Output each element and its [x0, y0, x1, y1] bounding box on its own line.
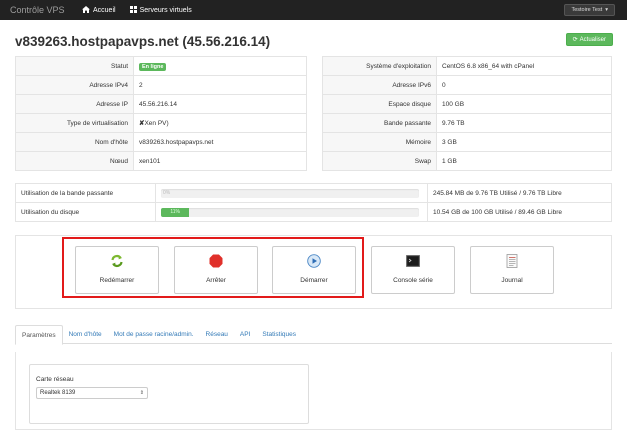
journal-icon — [505, 254, 519, 270]
info-value: 9.76 TB — [436, 113, 612, 133]
disk-progress-bar: 11% — [161, 207, 419, 217]
usage-bar-cell: 11% — [155, 202, 428, 222]
table-row: Adresse IPv6 0 — [322, 75, 612, 95]
info-key: Type de virtualisation — [15, 113, 134, 133]
usage-summary: 245.84 MB de 9.76 TB Utilisé / 9.76 TB L… — [427, 183, 612, 203]
info-value: 3 GB — [436, 132, 612, 152]
usage-label: Utilisation du disque — [15, 202, 156, 222]
home-icon — [82, 5, 90, 15]
console-icon — [406, 254, 420, 270]
table-row: Mémoire 3 GB — [322, 132, 612, 152]
server-info-table-left: Statut En ligne Adresse IPv4 2 Adresse I… — [15, 56, 307, 171]
top-navbar: Contrôle VPS Accueil Serveurs virtuels T… — [0, 0, 627, 20]
info-value: xen101 — [133, 151, 307, 171]
settings-tabs: Paramètres Nom d'hôte Mot de passe racin… — [15, 325, 612, 345]
journal-button[interactable]: Journal — [470, 246, 554, 294]
info-key: Bande passante — [322, 113, 437, 133]
info-key: Swap — [322, 151, 437, 171]
info-key: Adresse IPv6 — [322, 75, 437, 95]
tab-statistics[interactable]: Statistiques — [256, 325, 302, 344]
tab-root-password[interactable]: Mot de passe racine/admin. — [108, 325, 200, 344]
tab-hostname[interactable]: Nom d'hôte — [63, 325, 108, 344]
info-value: 100 GB — [436, 94, 612, 114]
nav-virtual-servers-label: Serveurs virtuels — [139, 6, 192, 14]
grid-icon — [129, 5, 137, 15]
network-card-select[interactable]: Realtek 8139 ⇕ — [36, 387, 148, 399]
disk-progress-fill: 11% — [161, 207, 190, 217]
info-key: Nom d'hôte — [15, 132, 134, 152]
info-value: CentOS 6.8 x86_64 with cPanel — [436, 56, 612, 76]
tab-parameters[interactable]: Paramètres — [15, 325, 63, 345]
info-key: Système d'exploitation — [322, 56, 437, 76]
table-row: Nœud xen101 — [15, 151, 307, 171]
bandwidth-progress-bar: 0% — [161, 188, 419, 198]
user-name: Testoire Test — [571, 7, 603, 13]
serial-console-label: Console série — [393, 277, 433, 284]
refresh-label: Actualiser — [579, 36, 606, 43]
table-row: Système d'exploitation CentOS 6.8 x86_64… — [322, 56, 612, 76]
status-badge: En ligne — [139, 62, 167, 71]
table-row: Adresse IPv4 2 — [15, 75, 307, 95]
usage-table: Utilisation de la bande passante 0% 245.… — [15, 183, 612, 222]
info-value: 0 — [436, 75, 612, 95]
user-menu-dropdown[interactable]: Testoire Test ▾ — [564, 4, 615, 16]
info-key: Adresse IPv4 — [15, 75, 134, 95]
table-row: Espace disque 100 GB — [322, 94, 612, 114]
network-card-label: Carte réseau — [36, 376, 74, 383]
tab-api[interactable]: API — [234, 325, 256, 344]
info-key: Statut — [15, 56, 134, 76]
usage-label: Utilisation de la bande passante — [15, 183, 156, 203]
info-value: 2 — [133, 75, 307, 95]
bandwidth-progress-fill: 0% — [163, 189, 171, 196]
page-title: v839263.hostpapavps.net (45.56.216.14) — [15, 34, 271, 49]
virtualization-type: Xen PV) — [144, 120, 169, 127]
nav-home-label: Accueil — [93, 6, 116, 14]
info-key: Adresse IP — [15, 94, 134, 114]
brand-logo[interactable]: Contrôle VPS — [10, 5, 82, 15]
usage-bar-cell: 0% — [155, 183, 428, 203]
table-row: Utilisation du disque 11% 10.54 GB de 10… — [15, 202, 612, 222]
table-row: Statut En ligne — [15, 56, 307, 76]
info-value: 45.56.216.14 — [133, 94, 307, 114]
serial-console-button[interactable]: Console série — [371, 246, 455, 294]
info-key: Mémoire — [322, 132, 437, 152]
info-value: ✘Xen PV) — [133, 113, 307, 133]
nav-virtual-servers[interactable]: Serveurs virtuels — [129, 5, 192, 15]
server-info-table-right: Système d'exploitation CentOS 6.8 x86_64… — [322, 56, 612, 171]
network-card-value: Realtek 8139 — [40, 390, 76, 396]
refresh-icon: ⟳ — [572, 37, 578, 43]
table-row: Swap 1 GB — [322, 151, 612, 171]
table-row: Type de virtualisation ✘Xen PV) — [15, 113, 307, 133]
table-row: Adresse IP 45.56.216.14 — [15, 94, 307, 114]
nav-home[interactable]: Accueil — [82, 5, 116, 15]
usage-summary: 10.54 GB de 100 GB Utilisé / 89.46 GB Li… — [427, 202, 612, 222]
info-value: v839263.hostpapavps.net — [133, 132, 307, 152]
select-arrows-icon: ⇕ — [139, 390, 144, 396]
info-value: 1 GB — [436, 151, 612, 171]
info-key: Espace disque — [322, 94, 437, 114]
refresh-button[interactable]: ⟳ Actualiser — [565, 33, 613, 46]
info-key: Nœud — [15, 151, 134, 171]
tab-network[interactable]: Réseau — [200, 325, 234, 344]
table-row: Bande passante 9.76 TB — [322, 113, 612, 133]
highlight-box — [62, 237, 364, 298]
info-value: En ligne — [133, 56, 307, 76]
journal-label: Journal — [501, 277, 523, 284]
table-row: Utilisation de la bande passante 0% 245.… — [15, 183, 612, 203]
table-row: Nom d'hôte v839263.hostpapavps.net — [15, 132, 307, 152]
caret-down-icon: ▾ — [605, 7, 608, 13]
